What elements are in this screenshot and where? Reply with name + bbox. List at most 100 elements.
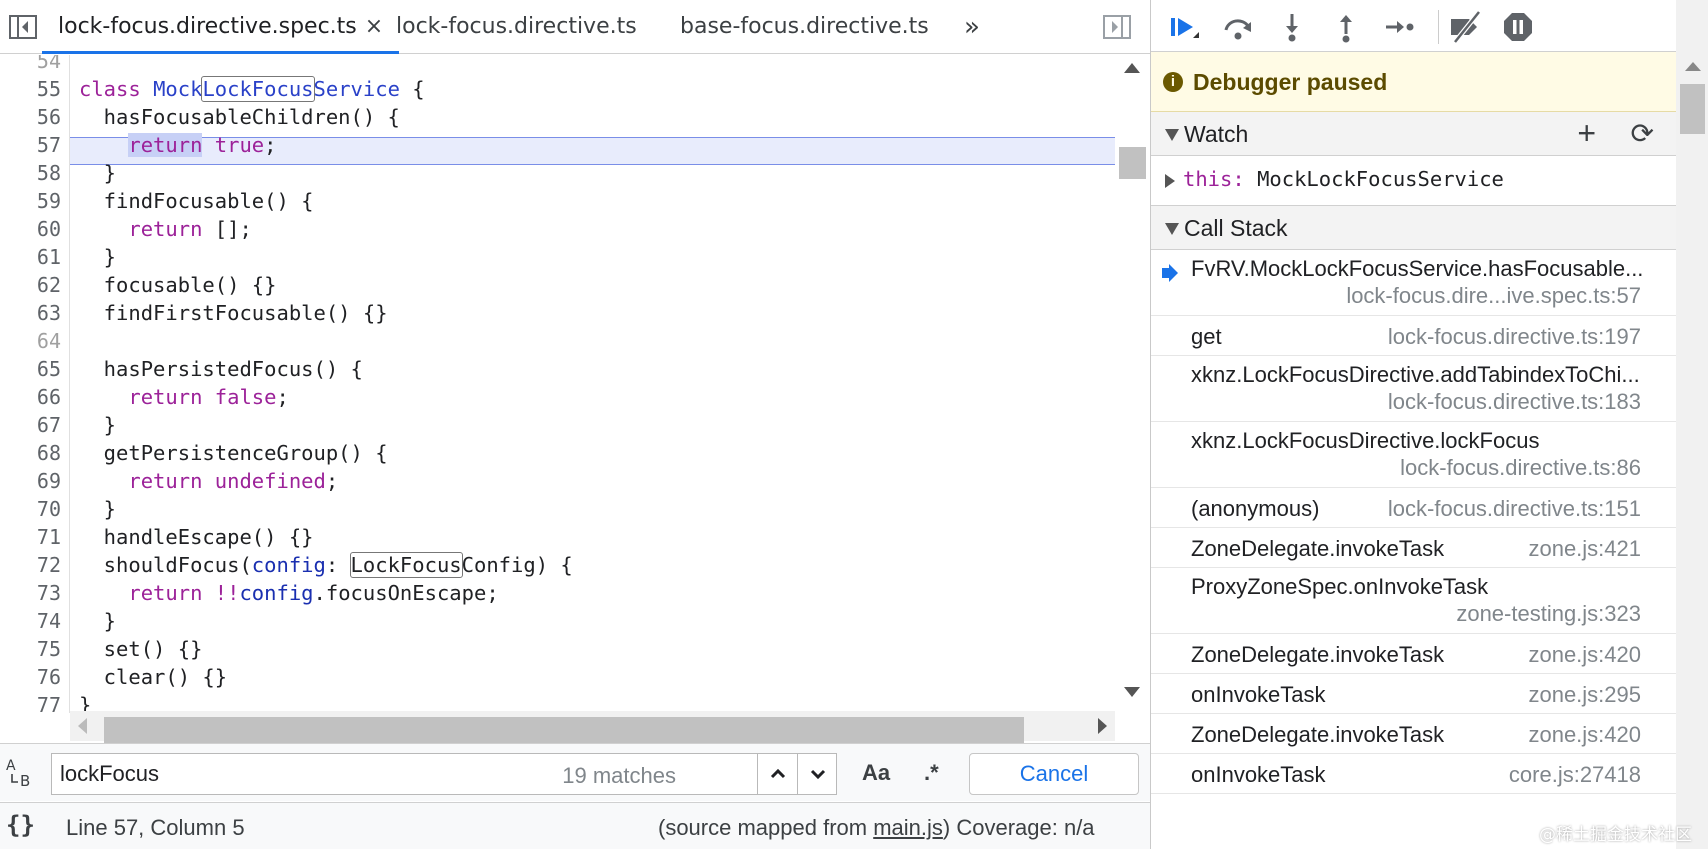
call-stack-frame[interactable]: ZoneDelegate.invokeTask zone.js:420 bbox=[1151, 634, 1676, 674]
match-case-button[interactable]: Aa bbox=[862, 760, 890, 786]
line-number[interactable]: 58 bbox=[1, 161, 61, 185]
code-line-58: } bbox=[79, 161, 117, 185]
collapse-triangle-icon bbox=[1165, 223, 1179, 235]
cancel-button[interactable]: Cancel bbox=[969, 753, 1139, 795]
resume-icon[interactable] bbox=[1167, 10, 1201, 44]
watch-item[interactable]: this: MockLockFocusService bbox=[1151, 156, 1676, 206]
tab-base-focus-directive[interactable]: base-focus.directive.ts bbox=[680, 0, 929, 54]
call-stack-frame[interactable]: (anonymous) lock-focus.directive.ts:151 bbox=[1151, 488, 1676, 528]
toggle-navigator-icon[interactable] bbox=[6, 10, 40, 44]
frame-location[interactable]: lock-focus.directive.ts:151 bbox=[1388, 496, 1641, 522]
frame-location[interactable]: zone.js:420 bbox=[1528, 642, 1641, 668]
editor-vertical-scrollbar[interactable] bbox=[1115, 55, 1150, 713]
line-number[interactable]: 63 bbox=[1, 301, 61, 325]
tab-lock-focus-directive[interactable]: lock-focus.directive.ts bbox=[396, 0, 637, 54]
frame-location[interactable]: zone.js:295 bbox=[1528, 682, 1641, 708]
call-stack-frame[interactable]: xknz.LockFocusDirective.lockFocus lock-fo… bbox=[1151, 422, 1676, 488]
call-stack-frame[interactable]: ZoneDelegate.invokeTask zone.js:420 bbox=[1151, 714, 1676, 754]
toggle-debugger-icon[interactable] bbox=[1100, 10, 1134, 44]
frame-location[interactable]: zone.js:421 bbox=[1528, 536, 1641, 562]
line-number[interactable]: 66 bbox=[1, 385, 61, 409]
line-number[interactable]: 61 bbox=[1, 245, 61, 269]
scroll-left-arrow-icon[interactable] bbox=[78, 718, 87, 734]
search-match: LockFocus bbox=[201, 76, 315, 102]
step-over-icon[interactable] bbox=[1221, 10, 1255, 44]
editor-pane: lock-focus.directive.spec.ts × lock-focus… bbox=[0, 0, 1150, 849]
source-map-link[interactable]: main.js bbox=[873, 815, 943, 840]
close-tab-icon[interactable]: × bbox=[365, 14, 383, 39]
line-number[interactable]: 60 bbox=[1, 217, 61, 241]
frame-location[interactable]: lock-focus.directive.ts:86 bbox=[1400, 455, 1641, 481]
line-number[interactable]: 76 bbox=[1, 665, 61, 689]
line-number[interactable]: 65 bbox=[1, 357, 61, 381]
selected-token: return bbox=[128, 133, 203, 157]
line-number[interactable]: 57 bbox=[1, 133, 61, 157]
scroll-up-arrow-icon[interactable] bbox=[1685, 62, 1701, 71]
watch-expression: this: MockLockFocusService bbox=[1183, 167, 1504, 191]
search-field[interactable]: 19 matches bbox=[51, 753, 837, 795]
watch-value: MockLockFocusService bbox=[1257, 167, 1504, 191]
line-number-gutter[interactable]: 54 55 56 57 58 59 60 61 62 63 64 65 66 67 68 69 70 71 72 73… bbox=[0, 55, 70, 713]
line-number[interactable]: 68 bbox=[1, 441, 61, 465]
step-into-icon[interactable] bbox=[1275, 10, 1309, 44]
line-number[interactable]: 59 bbox=[1, 189, 61, 213]
frame-location[interactable]: core.js:27418 bbox=[1509, 762, 1641, 788]
call-stack-frame[interactable]: get lock-focus.directive.ts:197 bbox=[1151, 316, 1676, 356]
scrollbar-thumb[interactable] bbox=[1680, 84, 1705, 134]
regex-button[interactable]: .* bbox=[924, 760, 939, 786]
call-stack-frame[interactable]: onInvokeTask core.js:27418 bbox=[1151, 754, 1676, 794]
previous-match-button[interactable] bbox=[757, 754, 797, 794]
watch-section-header[interactable]: Watch + ⟳ bbox=[1151, 112, 1676, 156]
scroll-right-arrow-icon[interactable] bbox=[1098, 718, 1107, 734]
pause-on-exceptions-icon[interactable] bbox=[1501, 10, 1535, 44]
line-number[interactable]: 72 bbox=[1, 553, 61, 577]
search-input[interactable] bbox=[60, 754, 580, 794]
debugger-vertical-scrollbar[interactable] bbox=[1676, 0, 1708, 849]
debugger-toolbar bbox=[1151, 0, 1676, 52]
source-map-info: (source mapped from main.js) Coverage: n… bbox=[658, 815, 1095, 840]
call-stack-frame[interactable]: xknz.LockFocusDirective.addTabindexToChi… bbox=[1151, 356, 1676, 422]
scroll-up-arrow-icon[interactable] bbox=[1124, 63, 1140, 73]
step-out-icon[interactable] bbox=[1329, 10, 1363, 44]
add-watch-icon[interactable]: + bbox=[1577, 115, 1596, 152]
call-stack-frame[interactable]: onInvokeTask zone.js:295 bbox=[1151, 674, 1676, 714]
info-icon: i bbox=[1163, 72, 1183, 92]
code-editor[interactable]: 54 55 56 57 58 59 60 61 62 63 64 65 66 67 68 69 70 71 72 73… bbox=[0, 55, 1115, 713]
replace-toggle-icon[interactable]: AB bbox=[6, 756, 38, 794]
debugger-sidebar: i Debugger paused Watch + ⟳ this: MockLo… bbox=[1150, 0, 1708, 849]
frame-location[interactable]: lock-focus.directive.ts:197 bbox=[1388, 324, 1641, 350]
line-number[interactable]: 67 bbox=[1, 413, 61, 437]
line-number[interactable]: 70 bbox=[1, 497, 61, 521]
scrollbar-thumb[interactable] bbox=[1119, 147, 1146, 179]
call-stack-frame[interactable]: ProxyZoneSpec.onInvokeTask zone-testing.j… bbox=[1151, 568, 1676, 634]
frame-location[interactable]: lock-focus.directive.ts:183 bbox=[1388, 389, 1641, 415]
frame-location[interactable]: lock-focus.dire...ive.spec.ts:57 bbox=[1346, 283, 1641, 309]
step-icon[interactable] bbox=[1383, 10, 1417, 44]
call-stack-frame[interactable]: ZoneDelegate.invokeTask zone.js:421 bbox=[1151, 528, 1676, 568]
scroll-down-arrow-icon[interactable] bbox=[1124, 687, 1140, 697]
next-match-button[interactable] bbox=[797, 754, 837, 794]
expand-triangle-icon[interactable] bbox=[1165, 174, 1175, 188]
line-number[interactable]: 74 bbox=[1, 609, 61, 633]
callstack-section-header[interactable]: Call Stack bbox=[1151, 206, 1676, 250]
line-number[interactable]: 56 bbox=[1, 105, 61, 129]
line-number[interactable]: 75 bbox=[1, 637, 61, 661]
line-number[interactable]: 64 bbox=[1, 329, 61, 353]
line-number[interactable]: 69 bbox=[1, 469, 61, 493]
deactivate-breakpoints-icon[interactable] bbox=[1447, 10, 1481, 44]
line-number[interactable]: 71 bbox=[1, 525, 61, 549]
frame-location[interactable]: zone.js:420 bbox=[1528, 722, 1641, 748]
line-number[interactable]: 77 bbox=[1, 693, 61, 713]
line-number[interactable]: 73 bbox=[1, 581, 61, 605]
pretty-print-button[interactable]: {} bbox=[6, 811, 35, 839]
line-number[interactable]: 54 bbox=[1, 55, 61, 73]
call-stack-frame[interactable]: FvRV.MockLockFocusService.hasFocusable..… bbox=[1151, 250, 1676, 316]
scrollbar-thumb[interactable] bbox=[104, 717, 1024, 743]
refresh-watch-icon[interactable]: ⟳ bbox=[1631, 117, 1654, 150]
editor-horizontal-scrollbar[interactable] bbox=[70, 711, 1115, 743]
line-number[interactable]: 55 bbox=[1, 77, 61, 101]
tab-lock-focus-directive-spec[interactable]: lock-focus.directive.spec.ts × bbox=[42, 0, 400, 54]
frame-location[interactable]: zone-testing.js:323 bbox=[1456, 601, 1641, 627]
more-tabs-icon[interactable]: » bbox=[964, 0, 980, 54]
line-number[interactable]: 62 bbox=[1, 273, 61, 297]
